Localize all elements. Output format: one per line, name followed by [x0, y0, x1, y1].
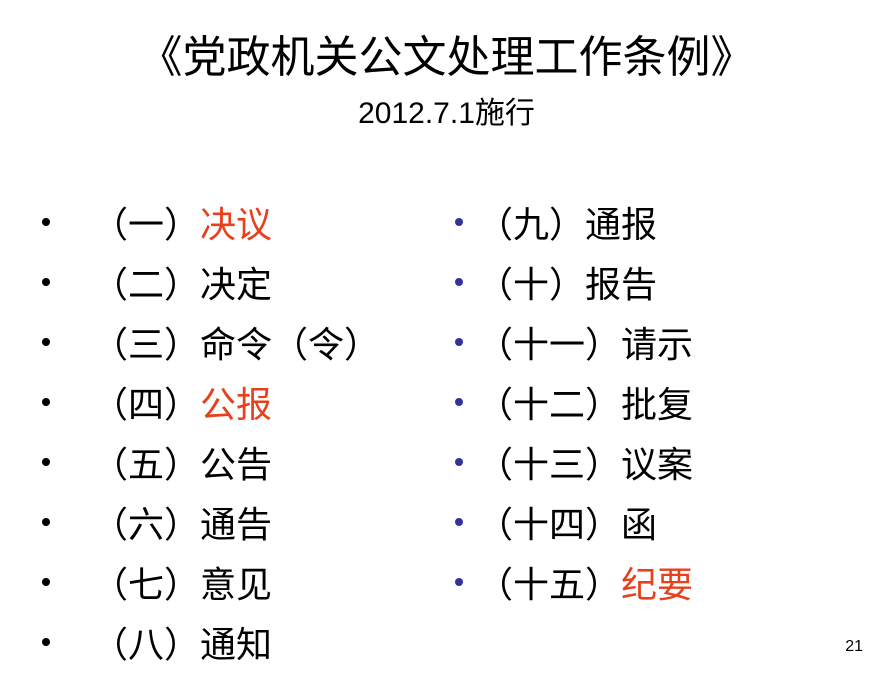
list-item: （十四）函	[455, 492, 693, 552]
bullet-icon	[455, 458, 463, 466]
list-item: （六） 通告	[42, 492, 380, 552]
item-number: （十三）	[477, 445, 622, 486]
page-number: 21	[845, 638, 863, 655]
bullet-icon	[455, 278, 463, 286]
bullet-icon	[455, 218, 463, 226]
item-number: （十二）	[477, 385, 622, 426]
bullet-icon	[42, 278, 50, 286]
item-number: （七）	[92, 565, 201, 606]
bullet-icon	[42, 458, 50, 466]
item-number: （一）	[92, 205, 201, 246]
item-name: 议案	[621, 445, 694, 486]
item-name: 公报	[200, 385, 273, 426]
item-name: 通告	[200, 505, 273, 546]
item-name: 决定	[200, 265, 273, 306]
item-number: （八）	[92, 625, 201, 666]
list-item: （十） 报告	[455, 252, 693, 312]
bullet-icon	[42, 518, 50, 526]
list-item: （九） 通报	[455, 192, 693, 252]
list-item: （三） 命令（令）	[42, 312, 380, 372]
bullet-icon	[42, 218, 50, 226]
item-number: （十五）	[477, 565, 622, 606]
item-name: 意见	[200, 565, 273, 606]
item-number: （十一）	[477, 325, 622, 366]
item-name: 函	[621, 505, 658, 546]
item-number: （十）	[477, 265, 586, 306]
bullet-icon	[42, 398, 50, 406]
slide-title: 《党政机关公文处理工作条例》	[138, 32, 755, 83]
item-number: （十四）	[477, 505, 622, 546]
item-name: 公告	[200, 445, 273, 486]
item-number: （二）	[92, 265, 201, 306]
item-name: 请示	[621, 325, 694, 366]
bullet-icon	[455, 578, 463, 586]
list-item: （七） 意见	[42, 552, 380, 612]
list-item: （五） 公告	[42, 432, 380, 492]
bullet-icon	[42, 638, 50, 646]
bullet-icon	[42, 578, 50, 586]
item-name: 决议	[200, 205, 273, 246]
bullet-icon	[455, 338, 463, 346]
item-name: 批复	[621, 385, 694, 426]
item-number: （九）	[477, 205, 586, 246]
bullet-icon	[455, 398, 463, 406]
item-name: 通知	[200, 625, 273, 666]
bullet-icon	[42, 338, 50, 346]
item-number: （三）	[92, 325, 201, 366]
item-number: （四）	[92, 385, 201, 426]
list-item: （十五） 纪要	[455, 552, 693, 612]
list-item: （十二） 批复	[455, 372, 693, 432]
item-name: 通报	[585, 205, 658, 246]
list-item: （十一） 请示	[455, 312, 693, 372]
list-item: （一） 决议	[42, 192, 380, 252]
right-list: （九） 通报 （十） 报告 （十一） 请示 （十二） 批复 （十三） 议案 （十四）函（十五） 纪要	[455, 192, 693, 612]
list-item: （二） 决定	[42, 252, 380, 312]
item-name: 纪要	[621, 565, 694, 606]
bullet-icon	[455, 518, 463, 526]
slide-subtitle: 2012.7.1施行	[358, 97, 535, 130]
list-item: （八） 通知	[42, 612, 380, 672]
left-list: （一） 决议 （二） 决定 （三） 命令（令） （四） 公报 （五） 公告 （六） 通告 （七） 意见 （八…	[42, 192, 380, 672]
item-number: （六）	[92, 505, 201, 546]
item-number: （五）	[92, 445, 201, 486]
item-name: 报告	[585, 265, 658, 306]
item-name: 命令（令）	[200, 325, 381, 366]
list-item: （十三） 议案	[455, 432, 693, 492]
list-item: （四） 公报	[42, 372, 380, 432]
